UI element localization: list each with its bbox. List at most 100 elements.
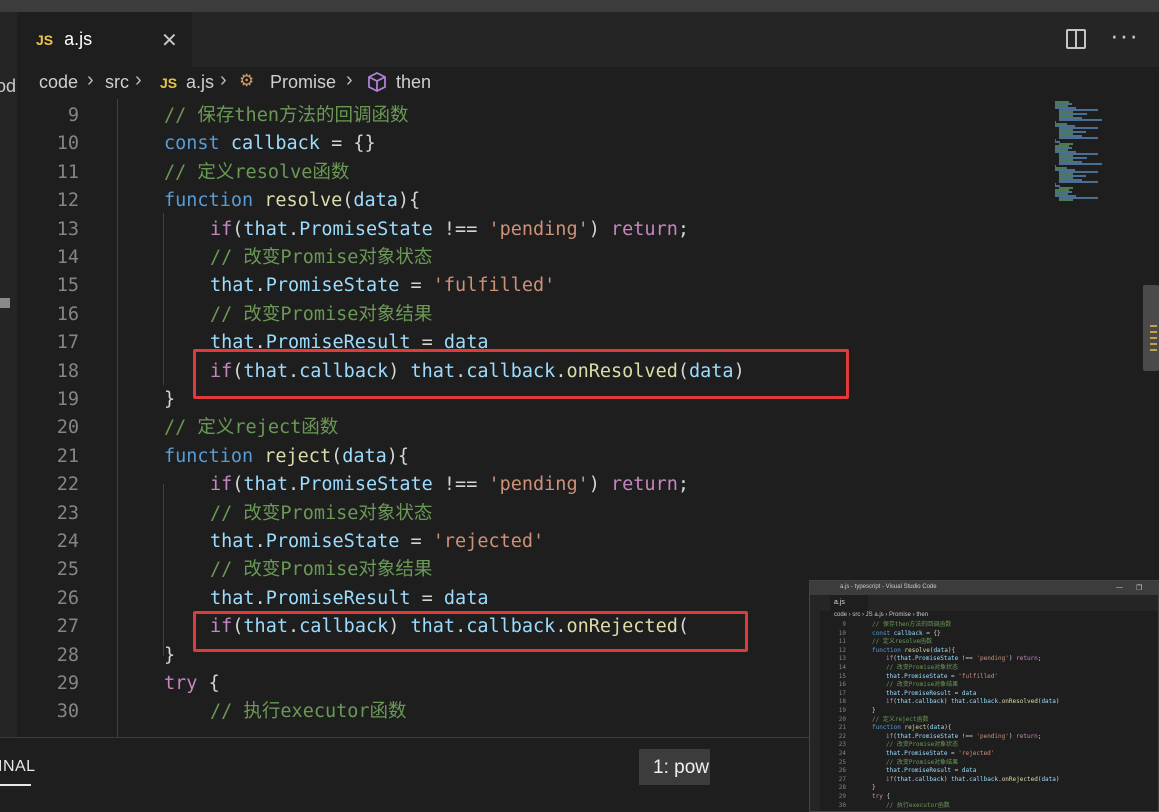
code-token: = bbox=[954, 767, 962, 775]
code-token: that bbox=[210, 587, 255, 609]
line-number: 15 bbox=[56, 275, 79, 297]
line-number: 13 bbox=[56, 218, 79, 240]
terminal-selector[interactable]: 1: pow bbox=[639, 749, 710, 785]
line-number: 25 bbox=[838, 758, 846, 766]
code-line[interactable]: 21 function reject(data){ bbox=[17, 443, 717, 471]
code-token: reject bbox=[904, 724, 927, 732]
code-line[interactable]: 16 // 改变Promise对象结果 bbox=[17, 301, 717, 329]
tab-a-js[interactable]: JS a.js ✕ bbox=[17, 12, 192, 67]
code-line[interactable]: 9 // 保存then方法的回调函数 bbox=[17, 102, 717, 130]
line-number: 26 bbox=[838, 767, 846, 775]
code-token: that bbox=[886, 750, 901, 757]
thumbnail-code-line: 19} bbox=[810, 707, 1110, 716]
screenshot-thumbnail[interactable]: a.js - typescript - Visual Studio Code —… bbox=[809, 580, 1159, 812]
code-line[interactable]: 20 // 定义reject函数 bbox=[17, 414, 717, 442]
code-text: function reject(data){ bbox=[164, 443, 409, 471]
code-line[interactable]: 14 // 改变Promise对象状态 bbox=[17, 244, 717, 272]
code-line[interactable]: 10 const callback = {} bbox=[17, 130, 717, 158]
line-number: 30 bbox=[838, 801, 846, 809]
code-line[interactable]: 24 that.PromiseState = 'rejected' bbox=[17, 528, 717, 556]
code-token: resolve bbox=[264, 190, 343, 212]
code-text: // 执行executor函数 bbox=[886, 802, 950, 811]
breadcrumb-then[interactable]: then bbox=[396, 72, 431, 93]
code-line[interactable]: 13 if(that.PromiseState !== 'pending') re… bbox=[17, 216, 717, 244]
code-text: const callback = {} bbox=[872, 630, 941, 639]
line-number: 16 bbox=[56, 303, 79, 325]
code-line[interactable]: 22 if(that.PromiseState !== 'pending') re… bbox=[17, 471, 717, 499]
code-text: if(that.PromiseState !== 'pending') retu… bbox=[886, 655, 1041, 664]
code-token: ; bbox=[677, 474, 689, 496]
code-token: ){ bbox=[947, 646, 956, 654]
code-text: that.PromiseResult = data bbox=[886, 690, 976, 699]
code-token: return bbox=[1016, 732, 1038, 740]
thumbnail-tab-bar: a.js bbox=[810, 595, 1158, 611]
line-number: 11 bbox=[838, 638, 846, 646]
code-token: // 改变Promise对象结果 bbox=[886, 681, 959, 689]
code-text: // 改变Promise对象状态 bbox=[886, 741, 958, 750]
line-number: 18 bbox=[56, 360, 79, 382]
code-token: PromiseState bbox=[299, 218, 444, 240]
code-token: . bbox=[287, 474, 300, 496]
code-line[interactable]: 30 // 执行executor函数 bbox=[17, 698, 717, 726]
code-text: that.PromiseState = 'rejected' bbox=[886, 750, 994, 759]
code-token: } bbox=[872, 784, 876, 792]
code-text: if(that.callback) that.callback.onResolv… bbox=[886, 698, 1060, 707]
breadcrumb-promise[interactable]: Promise bbox=[270, 72, 336, 93]
code-token: that bbox=[243, 474, 288, 496]
line-number: 15 bbox=[838, 672, 846, 680]
line-number: 24 bbox=[56, 531, 79, 552]
thumbnail-code-line: 9 // 保存then方法的回调函数 bbox=[810, 621, 1110, 630]
thumbnail-code-line: 29 try { bbox=[810, 793, 1110, 802]
split-editor-icon[interactable] bbox=[1066, 29, 1086, 49]
code-text: function resolve(data){ bbox=[872, 647, 955, 656]
code-token: ) bbox=[1055, 775, 1060, 783]
tab-terminal[interactable]: INAL bbox=[0, 758, 36, 776]
code-line[interactable]: 26 that.PromiseResult = data bbox=[17, 585, 717, 613]
line-number: 14 bbox=[56, 247, 79, 268]
code-token: callback bbox=[969, 698, 999, 706]
code-line[interactable]: 15 that.PromiseState = 'fulfilled' bbox=[17, 272, 717, 300]
code-token: // 定义reject函数 bbox=[164, 417, 339, 439]
code-token: callback bbox=[969, 775, 999, 783]
breadcrumb-code[interactable]: code bbox=[39, 72, 78, 93]
line-number: 25 bbox=[56, 559, 79, 581]
code-token: // 改变Promise对象结果 bbox=[210, 303, 433, 325]
minimap[interactable] bbox=[1045, 99, 1140, 201]
code-token: ; bbox=[1037, 655, 1042, 663]
line-number: 12 bbox=[838, 646, 846, 654]
scroll-marker bbox=[1150, 337, 1157, 339]
code-token: 'pending' bbox=[976, 732, 1009, 740]
code-token: return bbox=[611, 474, 678, 496]
explorer-sidebar-edge[interactable]: od bbox=[0, 12, 17, 737]
code-text: that.PromiseState = 'rejected' bbox=[210, 528, 544, 556]
breadcrumb-src[interactable]: src bbox=[105, 72, 129, 93]
thumbnail-code-line: 17 that.PromiseResult = data bbox=[810, 690, 1110, 699]
thumbnail-code-line: 27 if(that.callback) that.callback.onReje… bbox=[810, 776, 1110, 785]
breadcrumb-file[interactable]: a.js bbox=[186, 72, 214, 93]
chevron-right-icon: › bbox=[220, 69, 227, 91]
code-line[interactable]: 29 try { bbox=[17, 670, 717, 698]
code-token: onRejected bbox=[1001, 775, 1038, 783]
code-token: // 执行executor函数 bbox=[210, 701, 407, 723]
thumbnail-code-line: 12 function resolve(data){ bbox=[810, 647, 1110, 656]
line-number: 18 bbox=[838, 698, 846, 706]
code-token: ){ bbox=[397, 190, 421, 212]
code-line[interactable]: 12 function resolve(data){ bbox=[17, 187, 717, 215]
line-number: 9 bbox=[842, 621, 846, 628]
code-line[interactable]: 11 // 定义resolve函数 bbox=[17, 159, 717, 187]
symbol-method-icon bbox=[368, 71, 386, 93]
code-line[interactable]: 25 // 改变Promise对象结果 bbox=[17, 556, 717, 584]
code-token: that bbox=[886, 767, 901, 775]
code-line[interactable]: 23 // 改变Promise对象状态 bbox=[17, 500, 717, 528]
code-token: = {} bbox=[926, 629, 941, 637]
code-text: // 执行executor函数 bbox=[210, 698, 407, 726]
code-token: 'pending' bbox=[488, 218, 589, 240]
close-icon[interactable]: ✕ bbox=[161, 28, 178, 53]
scrollbar-thumb[interactable] bbox=[1143, 285, 1159, 371]
code-text: } bbox=[872, 784, 876, 793]
code-token: if bbox=[210, 474, 233, 496]
code-token: data bbox=[443, 587, 489, 609]
thumbnail-code-line: 20 // 定义reject函数 bbox=[810, 716, 1110, 725]
code-token: data bbox=[933, 646, 948, 654]
more-actions-icon[interactable]: ··· bbox=[1110, 20, 1139, 51]
